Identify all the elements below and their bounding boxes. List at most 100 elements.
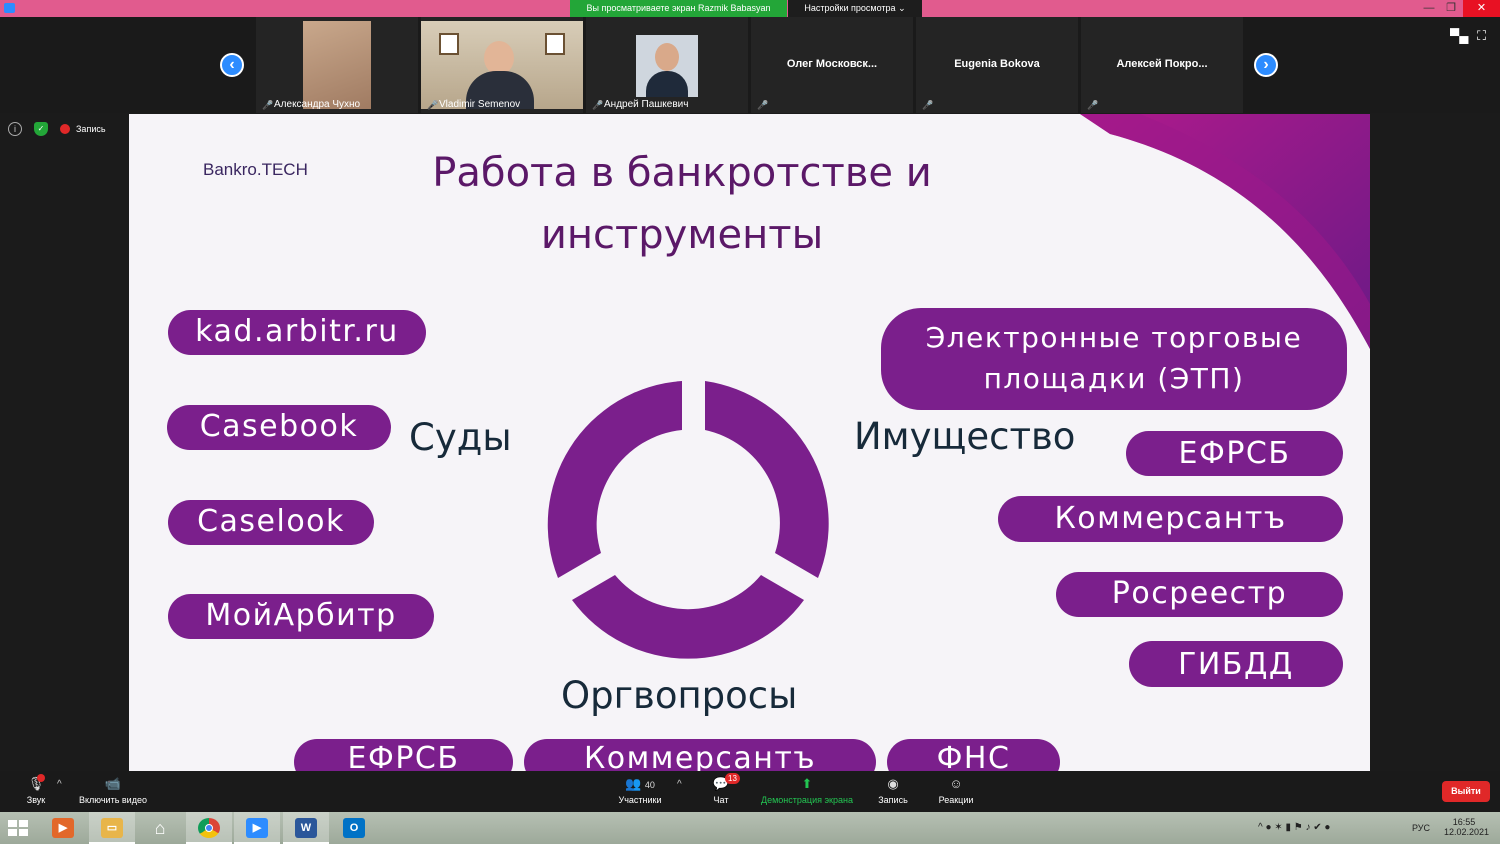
pill-property-efrsb: ЕФРСБ: [1126, 431, 1343, 476]
participant-name: Алексей Покро...: [1116, 58, 1208, 70]
video-label: Включить видео: [79, 795, 147, 805]
tray-icons[interactable]: ^ ● ✶ ▮ ⚑ ♪ ✔ ●: [1258, 822, 1330, 844]
participant-tile[interactable]: Eugenia Bokova 🎤: [916, 17, 1078, 113]
restore-button[interactable]: ❐: [1440, 0, 1462, 17]
clock[interactable]: 16:55 12.02.2021: [1444, 817, 1490, 844]
pill-org-kommersant: Коммерсантъ: [524, 739, 876, 771]
record-icon: ◉: [887, 776, 899, 791]
taskbar-word[interactable]: W: [283, 812, 329, 844]
windows-start-icon[interactable]: [6, 818, 30, 838]
participant-video: [421, 21, 583, 109]
taskbar-home[interactable]: ⌂: [137, 812, 183, 844]
slide-title-line1: Работа в банкротстве и: [432, 150, 932, 196]
mic-muted-icon: 🎤: [922, 100, 934, 110]
pill-property-rosreestr: Росреестр: [1056, 572, 1343, 617]
mic-muted-icon: 🎤: [1087, 100, 1099, 110]
smiley-icon: ☺: [949, 776, 963, 791]
gallery-next-button[interactable]: ›: [1254, 53, 1278, 77]
cycle-diagram: [547, 381, 829, 659]
share-screen-button[interactable]: ⬆ Демонстрация экрана: [757, 771, 857, 806]
info-icon[interactable]: i: [8, 122, 22, 136]
microphone-muted-icon: 🎙: [27, 776, 45, 791]
participant-name: Александра Чухно: [274, 99, 361, 110]
taskbar-zoom[interactable]: ▶: [234, 812, 280, 844]
audio-alert-badge: [37, 774, 45, 782]
audio-button[interactable]: 🎙 Звук: [20, 771, 52, 806]
pill-property-etp: Электронные торговые площадки (ЭТП): [881, 308, 1347, 410]
media-player-icon: ▶: [52, 818, 74, 838]
gallery-view-icon[interactable]: ▀▄: [1450, 28, 1468, 43]
participant-video: [636, 35, 698, 97]
participant-name: Vladimir Semenov: [439, 99, 521, 110]
windows-taskbar: ▶ ▭ ⌂ ▶ W O ^ ● ✶ ▮ ⚑ ♪ ✔ ● РУС 16:55 12…: [0, 812, 1500, 844]
slide-logo: Bankro.TECH: [203, 160, 308, 179]
pill-property-kommersant: Коммерсантъ: [998, 496, 1343, 542]
pill-property-etp-line2: площадки (ЭТП): [983, 362, 1245, 395]
shared-screen-slide: Bankro.TECH Работа в банкротстве и инстр…: [129, 114, 1370, 771]
folder-icon: ▭: [101, 818, 123, 838]
section-property: Имущество: [854, 415, 1076, 458]
pill-courts-3: МойАрбитр: [168, 594, 434, 639]
mic-muted-icon: 🎤: [757, 100, 769, 110]
leave-meeting-button[interactable]: Выйти: [1442, 781, 1490, 802]
video-button[interactable]: 📹 Включить видео: [74, 771, 152, 806]
pill-property-gibdd: ГИБДД: [1129, 641, 1343, 687]
taskbar-chrome[interactable]: [186, 812, 232, 844]
zoom-window: Вы просматриваете экран Razmik Babasyan …: [0, 0, 1500, 844]
clock-date: 12.02.2021: [1444, 827, 1490, 837]
reactions-button[interactable]: ☺ Реакции: [935, 771, 977, 806]
recording-icon: [60, 124, 70, 134]
reactions-label: Реакции: [938, 795, 974, 805]
participant-tile[interactable]: Олег Московск... 🎤: [751, 17, 913, 113]
participant-name: Олег Московск...: [786, 58, 878, 70]
chat-label: Чат: [713, 795, 729, 805]
view-options-dropdown[interactable]: Настройки просмотра ⌄: [788, 0, 922, 17]
fullscreen-icon[interactable]: ⛶: [1477, 28, 1486, 44]
participants-options-caret[interactable]: ^: [677, 779, 682, 790]
security-shield-icon[interactable]: ✓: [34, 122, 48, 136]
taskbar-file-explorer[interactable]: ▭: [89, 812, 135, 844]
close-button[interactable]: ✕: [1463, 0, 1500, 17]
mic-muted-icon: 🎤: [592, 100, 604, 110]
outlook-icon: O: [343, 818, 365, 838]
participants-button[interactable]: 👥 40 Участники: [612, 771, 668, 806]
record-button[interactable]: ◉ Запись: [874, 771, 912, 806]
zoom-icon: ▶: [246, 818, 268, 838]
keyboard-language[interactable]: РУС: [1412, 823, 1430, 844]
cycle-segment-org: [572, 575, 804, 659]
taskbar-outlook[interactable]: O: [331, 812, 377, 844]
participant-name: Андрей Пашкевич: [604, 99, 689, 110]
chat-unread-badge: 13: [725, 773, 740, 784]
view-options-label: Настройки просмотра: [804, 3, 896, 13]
record-label: Запись: [878, 795, 908, 805]
zoom-app-icon: [4, 3, 15, 13]
participants-icon: 👥 40: [625, 776, 655, 791]
section-courts: Суды: [409, 416, 512, 459]
pill-courts-1: Casebook: [167, 405, 391, 450]
audio-options-caret[interactable]: ^: [57, 779, 62, 790]
participant-tile[interactable]: 🎤 Андрей Пашкевич: [586, 17, 748, 113]
minimize-button[interactable]: —: [1418, 0, 1440, 17]
share-screen-icon: ⬆: [801, 776, 813, 791]
home-icon: ⌂: [154, 818, 166, 838]
clock-time: 16:55: [1452, 817, 1476, 827]
mic-muted-icon: 🎤: [427, 100, 439, 110]
screen-share-banner: Вы просматриваете экран Razmik Babasyan: [570, 0, 787, 17]
participant-video: [303, 21, 371, 109]
pill-courts-0: kad.arbitr.ru: [168, 310, 426, 355]
participant-tile[interactable]: 🎤 Александра Чухно: [256, 17, 418, 113]
pill-courts-2: Caselook: [168, 500, 374, 545]
mic-muted-icon: 🎤: [262, 100, 274, 110]
slide-title: Работа в банкротстве и инструменты: [379, 142, 985, 266]
cycle-segment-courts: [547, 381, 682, 578]
chevron-down-icon: ⌄: [898, 3, 906, 13]
word-icon: W: [295, 818, 317, 838]
taskbar-media-app[interactable]: ▶: [40, 812, 86, 844]
section-org: Оргвопросы: [561, 674, 798, 717]
recording-label: Запись: [76, 124, 106, 134]
participant-tile[interactable]: 🎤 Vladimir Semenov: [421, 17, 583, 113]
gallery-prev-button[interactable]: ‹: [220, 53, 244, 77]
participant-tile[interactable]: Алексей Покро... 🎤: [1081, 17, 1243, 113]
pill-org-efrsb: ЕФРСБ: [294, 739, 513, 771]
participant-name: Eugenia Bokova: [954, 58, 1040, 70]
